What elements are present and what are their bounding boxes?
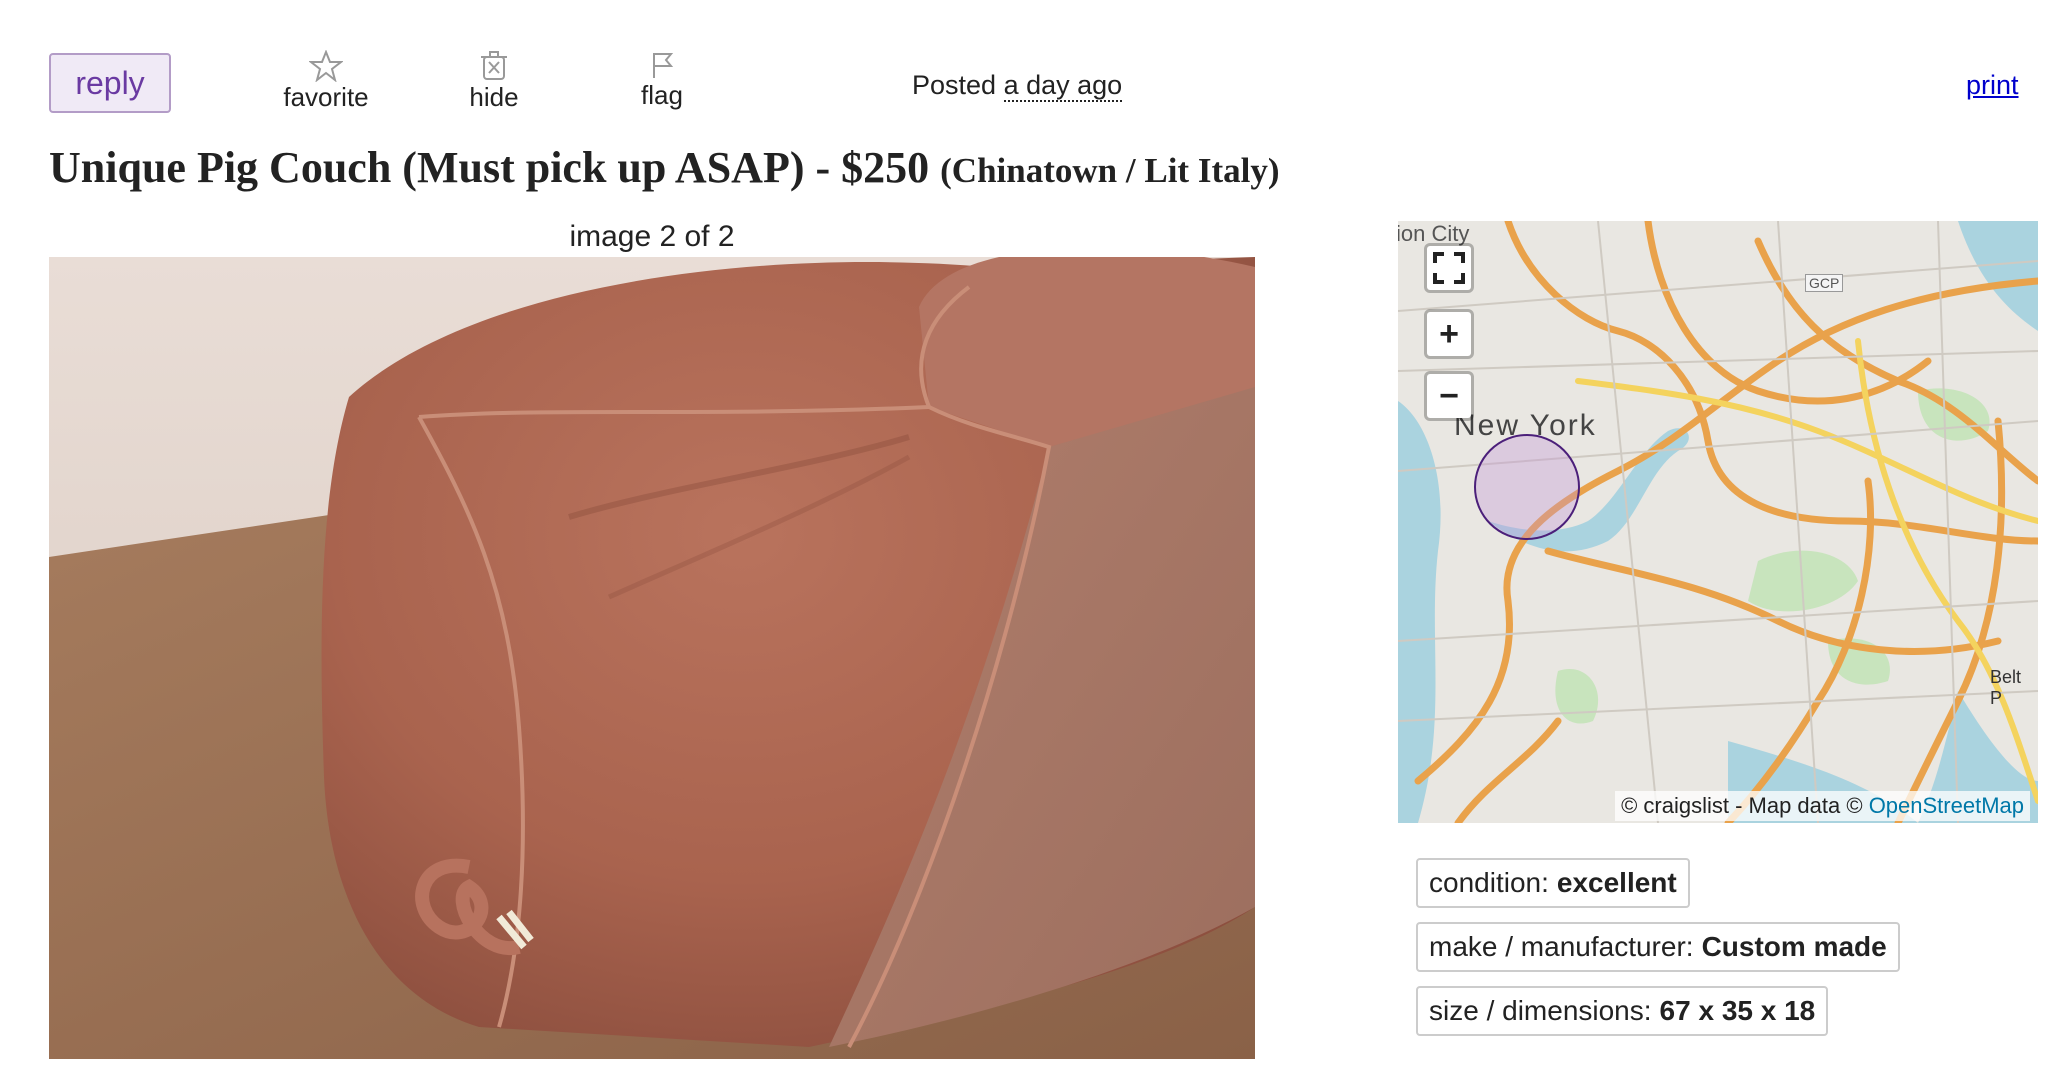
listing-photo[interactable] bbox=[49, 257, 1255, 1059]
attr-condition-label: condition: bbox=[1429, 867, 1549, 898]
attribution-text: © craigslist - Map data © bbox=[1621, 793, 1863, 818]
attr-dimensions-label: size / dimensions: bbox=[1429, 995, 1652, 1026]
posted-date: Posted a day ago bbox=[912, 70, 1123, 102]
fullscreen-icon bbox=[1433, 252, 1465, 284]
map-attribution: © craigslist - Map data © OpenStreetMap bbox=[1615, 791, 2030, 821]
attr-manufacturer-value: Custom made bbox=[1701, 931, 1887, 962]
attr-condition: condition: excellent bbox=[1416, 858, 1690, 908]
title-location: (Chinatown / Lit Italy) bbox=[940, 151, 1280, 190]
hide-label: hide bbox=[469, 82, 519, 112]
title-text: Unique Pig Couch (Must pick up ASAP) - $… bbox=[49, 143, 930, 192]
image-caption: image 2 of 2 bbox=[569, 220, 735, 253]
attr-manufacturer: make / manufacturer: Custom made bbox=[1416, 922, 1900, 972]
zoom-in-button[interactable]: + bbox=[1424, 309, 1474, 359]
listing-title: Unique Pig Couch (Must pick up ASAP) - $… bbox=[49, 142, 1279, 193]
map-label-gcp: GCP bbox=[1805, 274, 1844, 292]
flag-button[interactable]: flag bbox=[612, 50, 712, 111]
fullscreen-button[interactable] bbox=[1424, 243, 1474, 293]
map-label-city: New York bbox=[1454, 409, 1597, 442]
favorite-button[interactable]: favorite bbox=[276, 50, 376, 113]
posted-ago: a day ago bbox=[1003, 70, 1123, 102]
attr-dimensions: size / dimensions: 67 x 35 x 18 bbox=[1416, 986, 1829, 1036]
trash-x-icon bbox=[481, 51, 507, 80]
pig-couch-image bbox=[49, 257, 1255, 1059]
zoom-out-button[interactable]: − bbox=[1424, 371, 1474, 421]
attr-manufacturer-label: make / manufacturer: bbox=[1429, 931, 1694, 962]
attr-dimensions-value: 67 x 35 x 18 bbox=[1659, 995, 1816, 1026]
flag-label: flag bbox=[641, 80, 683, 110]
print-link[interactable]: print bbox=[1966, 70, 2019, 101]
posted-prefix: Posted bbox=[912, 70, 997, 100]
map-label-belt: Belt P bbox=[1990, 667, 2022, 708]
location-map[interactable]: ion City GCP New York Belt P + − © craig… bbox=[1398, 221, 2038, 823]
map-tiles bbox=[1398, 221, 2038, 823]
favorite-label: favorite bbox=[283, 82, 369, 112]
openstreetmap-link[interactable]: OpenStreetMap bbox=[1869, 793, 2024, 818]
star-icon bbox=[309, 50, 343, 82]
reply-button[interactable]: reply bbox=[49, 53, 171, 113]
hide-button[interactable]: hide bbox=[444, 50, 544, 113]
flag-icon bbox=[653, 53, 674, 78]
attr-condition-value: excellent bbox=[1556, 867, 1677, 898]
